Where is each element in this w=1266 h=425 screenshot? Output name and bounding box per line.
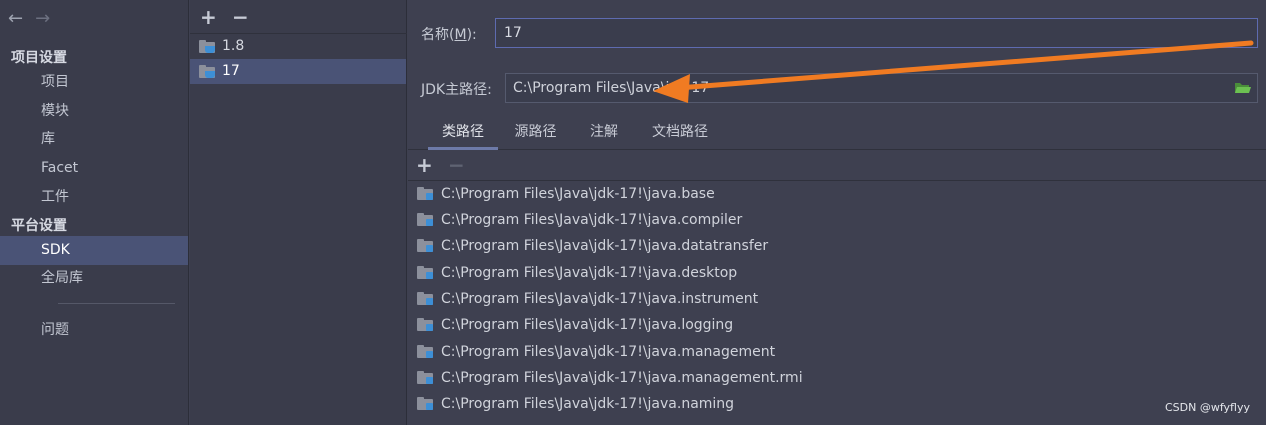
classpath-toolbar: + − [408,150,1266,181]
list-item[interactable]: C:\Program Files\Java\jdk-17!\java.datat… [408,233,1266,259]
jdk-home-path-value: C:\Program Files\Java\jdk-17 [513,80,710,96]
jdk-folder-icon [199,65,216,78]
nav-item-project[interactable]: 项目 [0,68,188,97]
sdk-list-panel: + − 1.8 17 [190,0,407,425]
sdk-tabs: 类路径 源路径 注解 文档路径 [408,115,1266,150]
add-sdk-button[interactable]: + [200,5,217,29]
jdk-folder-icon [199,40,216,53]
section-project-settings: 项目设置 [11,50,67,66]
library-folder-icon [417,239,434,252]
list-item[interactable]: C:\Program Files\Java\jdk-17!\java.manag… [408,365,1266,391]
tab-documentation-paths[interactable]: 文档路径 [640,115,720,150]
sdk-details-panel: 名称(M): 17 JDK主路径: C:\Program Files\Java\… [408,0,1266,425]
list-item[interactable]: C:\Program Files\Java\jdk-17!\java.namin… [408,391,1266,417]
section-platform-settings: 平台设置 [11,218,67,234]
list-item[interactable]: C:\Program Files\Java\jdk-17!\java.compi… [408,207,1266,233]
nav-item-global-libraries[interactable]: 全局库 [0,264,188,293]
remove-sdk-button[interactable]: − [232,5,249,29]
sdk-item-17[interactable]: 17 [190,59,406,84]
tab-classpath[interactable]: 类路径 [428,115,498,150]
nav-divider [58,303,175,304]
back-arrow-icon[interactable]: ← [8,8,23,30]
jdk-home-path-label: JDK主路径: [421,82,492,98]
sdk-item-label: 1.8 [222,38,245,54]
remove-path-button[interactable]: − [448,153,465,177]
nav-item-libraries[interactable]: 库 [0,125,188,154]
library-folder-icon [417,266,434,279]
name-label: 名称(M): [421,27,477,43]
add-path-button[interactable]: + [416,153,433,177]
library-folder-icon [417,397,434,410]
tab-sourcepath[interactable]: 源路径 [503,115,568,150]
list-item[interactable]: C:\Program Files\Java\jdk-17!\java.deskt… [408,260,1266,286]
list-item[interactable]: C:\Program Files\Java\jdk-17!\java.base [408,181,1266,207]
library-folder-icon [417,187,434,200]
list-item[interactable]: C:\Program Files\Java\jdk-17!\java.loggi… [408,312,1266,338]
tab-annotations[interactable]: 注解 [580,115,628,150]
nav-item-artifacts[interactable]: 工件 [0,183,188,212]
watermark: CSDN @wfyflyy [1165,401,1250,414]
sdk-item-label: 17 [222,63,240,79]
library-folder-icon [417,371,434,384]
list-item[interactable]: C:\Program Files\Java\jdk-17!\java.manag… [408,339,1266,365]
library-folder-icon [417,292,434,305]
library-folder-icon [417,345,434,358]
library-folder-icon [417,318,434,331]
nav-item-problems[interactable]: 问题 [0,316,188,345]
nav-item-facet[interactable]: Facet [0,154,188,183]
list-item[interactable]: C:\Program Files\Java\jdk-17!\java.instr… [408,286,1266,312]
sdk-toolbar: + − [190,0,407,34]
history-arrows: ← → [8,8,50,30]
sdk-name-input[interactable]: 17 [495,18,1258,48]
classpath-list: C:\Program Files\Java\jdk-17!\java.base … [408,181,1266,425]
nav-item-sdk[interactable]: SDK [0,236,188,265]
jdk-home-path-field[interactable]: C:\Program Files\Java\jdk-17 [505,73,1258,103]
sdk-item-1-8[interactable]: 1.8 [190,34,406,59]
library-folder-icon [417,213,434,226]
open-folder-icon[interactable] [1234,80,1252,95]
forward-arrow-icon[interactable]: → [35,8,50,30]
settings-navigation: ← → 项目设置 项目 模块 库 Facet 工件 平台设置 SDK 全局库 问… [0,0,189,425]
nav-item-modules[interactable]: 模块 [0,97,188,126]
